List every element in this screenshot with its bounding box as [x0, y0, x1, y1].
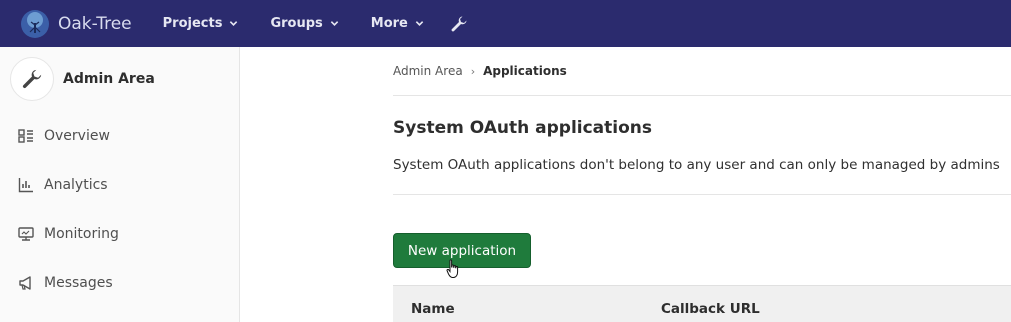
- sidebar-item-label: Messages: [44, 274, 113, 291]
- monitor-icon: [18, 226, 34, 242]
- brand-name: Oak-Tree: [58, 13, 132, 34]
- nav-projects-dropdown[interactable]: Projects: [163, 0, 239, 47]
- megaphone-icon: [18, 275, 34, 291]
- new-application-button[interactable]: New application: [393, 233, 531, 268]
- breadcrumb-current[interactable]: Applications: [483, 64, 567, 78]
- tree-logo-icon: [21, 9, 49, 38]
- admin-area-link[interactable]: [450, 15, 468, 33]
- nav-more-dropdown[interactable]: More: [371, 0, 424, 47]
- page-description: System OAuth applications don't belong t…: [393, 157, 1000, 173]
- sidebar-item-label: Analytics: [44, 176, 108, 193]
- column-header-name: Name: [411, 301, 455, 317]
- breadcrumb-admin-area[interactable]: Admin Area: [393, 64, 463, 78]
- hand-pointer-cursor-icon: [446, 259, 459, 278]
- sidebar-item-messages[interactable]: Messages: [0, 258, 239, 307]
- overview-icon: [18, 128, 34, 144]
- brand-link[interactable]: Oak-Tree: [20, 0, 132, 47]
- top-navbar: Oak-Tree Projects Groups More: [0, 0, 1011, 47]
- chevron-down-icon: [415, 21, 424, 26]
- chevron-down-icon: [230, 21, 238, 26]
- sidebar-title: Admin Area: [63, 71, 155, 87]
- nav-more-label: More: [370, 16, 408, 31]
- applications-table-header: Name Callback URL: [393, 285, 1011, 322]
- chevron-down-icon: [330, 21, 338, 26]
- nav-groups-dropdown[interactable]: Groups: [270, 0, 338, 47]
- sidebar-header[interactable]: Admin Area: [0, 47, 239, 111]
- breadcrumb: Admin Area › Applications: [393, 47, 1011, 96]
- wrench-icon: [451, 16, 467, 31]
- nav-projects-label: Projects: [162, 16, 223, 31]
- sidebar-item-label: Overview: [44, 127, 110, 144]
- admin-avatar: [10, 57, 54, 101]
- main-content: Admin Area › Applications System OAuth a…: [393, 47, 1011, 322]
- page-title: System OAuth applications: [393, 118, 653, 138]
- column-header-callback-url: Callback URL: [661, 301, 760, 317]
- chevron-right-icon: ›: [470, 64, 476, 78]
- sidebar-item-monitoring[interactable]: Monitoring: [0, 209, 239, 258]
- sidebar-item-analytics[interactable]: Analytics: [0, 160, 239, 209]
- wrench-icon: [22, 69, 42, 89]
- sidebar-item-overview[interactable]: Overview: [0, 111, 239, 160]
- analytics-icon: [18, 177, 34, 193]
- section-divider: [393, 194, 1011, 195]
- admin-sidebar: Admin Area Overview Analytics Monitoring…: [0, 47, 240, 322]
- nav-groups-label: Groups: [270, 16, 323, 31]
- sidebar-item-label: Monitoring: [44, 225, 119, 242]
